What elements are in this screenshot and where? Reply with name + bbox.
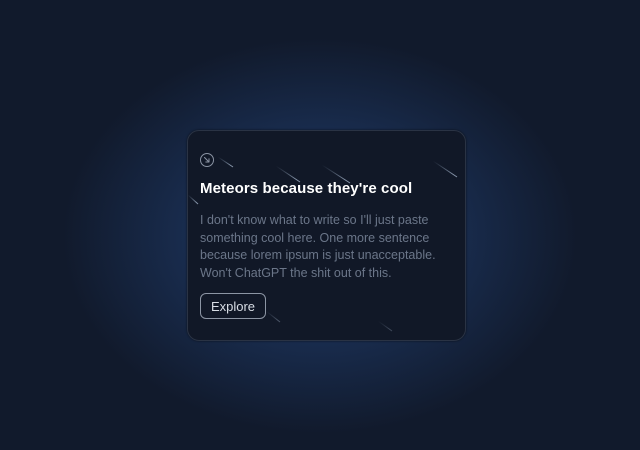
card-description: I don't know what to write so I'll just …: [200, 213, 436, 280]
meteor-card: Meteors because they're cool I don't kno…: [187, 130, 466, 341]
meteor: [217, 156, 234, 168]
meteor: [432, 160, 458, 178]
meteor: [188, 194, 199, 205]
meteor: [265, 310, 281, 323]
arrow-down-right-icon: [200, 153, 214, 167]
card-title: Meteors because they're cool: [200, 180, 413, 197]
meteor: [377, 320, 393, 332]
explore-button[interactable]: Explore: [200, 293, 266, 319]
